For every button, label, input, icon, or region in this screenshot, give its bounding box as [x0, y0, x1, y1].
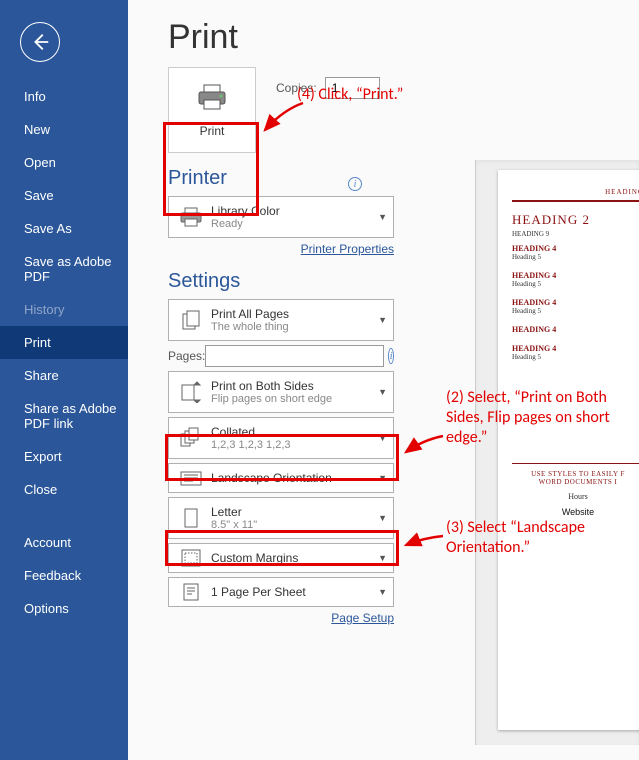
pages-input[interactable] — [205, 345, 384, 367]
chevron-down-icon: ▼ — [378, 315, 387, 325]
preview-h4: HEADING 4 — [512, 325, 639, 334]
back-button[interactable] — [20, 22, 60, 62]
sidebar-item-feedback[interactable]: Feedback — [0, 559, 128, 592]
dd-line2: 1,2,3 1,2,3 1,2,3 — [211, 439, 373, 451]
sidebar-item-print[interactable]: Print — [0, 326, 128, 359]
sidebar-item-export[interactable]: Export — [0, 440, 128, 473]
preview-page: HEADING HEADING 2 HEADING 9 HEADING 4Hea… — [498, 170, 639, 730]
print-what-dropdown[interactable]: Print All Pages The whole thing ▼ — [168, 299, 394, 341]
dd-line2: The whole thing — [211, 321, 373, 333]
sidebar-item-new[interactable]: New — [0, 113, 128, 146]
preview-h5: Heading 5 — [512, 253, 639, 261]
sidebar-item-close[interactable]: Close — [0, 473, 128, 506]
dd-line1: Print All Pages — [211, 307, 373, 321]
preview-heading2: HEADING 2 — [512, 212, 639, 228]
sidebar-item-account[interactable]: Account — [0, 526, 128, 559]
dd-line1: Letter — [211, 505, 373, 519]
preview-footer3: Website — [512, 507, 639, 517]
preview-heading9: HEADING 9 — [512, 230, 639, 238]
margins-icon — [177, 544, 205, 572]
sidebar-item-share[interactable]: Share — [0, 359, 128, 392]
preview-h5: Heading 5 — [512, 280, 639, 288]
preview-h5: Heading 5 — [512, 353, 639, 361]
copies-label: Copies: — [276, 81, 317, 95]
sidebar-item-save-as[interactable]: Save As — [0, 212, 128, 245]
print-button[interactable]: Print — [168, 67, 256, 153]
chevron-down-icon: ▼ — [378, 473, 387, 483]
chevron-down-icon: ▼ — [378, 212, 387, 222]
chevron-down-icon: ▼ — [378, 553, 387, 563]
sidebar-item-open[interactable]: Open — [0, 146, 128, 179]
dd-line1: Landscape Orientation — [211, 471, 373, 485]
single-page-icon — [177, 578, 205, 606]
chevron-down-icon: ▼ — [378, 587, 387, 597]
printer-icon — [195, 83, 229, 116]
sidebar-item-share-adobe-pdf-link[interactable]: Share as Adobe PDF link — [0, 392, 128, 440]
copies-input[interactable] — [325, 77, 380, 99]
pages-label: Pages: — [168, 349, 205, 363]
page-title: Print — [168, 18, 639, 57]
page-setup-link[interactable]: Page Setup — [168, 611, 394, 625]
backstage-sidebar: Info New Open Save Save As Save as Adobe… — [0, 0, 128, 760]
pages-info-icon[interactable]: i — [388, 348, 394, 364]
printer-properties-link[interactable]: Printer Properties — [168, 242, 394, 256]
sidebar-item-save[interactable]: Save — [0, 179, 128, 212]
preview-h4: HEADING 4 — [512, 298, 639, 307]
dd-line1: Print on Both Sides — [211, 379, 373, 393]
dd-line1: Custom Margins — [211, 551, 373, 565]
margins-dropdown[interactable]: Custom Margins ▼ — [168, 543, 394, 573]
duplex-icon — [177, 378, 205, 406]
printer-status: Ready — [211, 218, 373, 230]
preview-h4: HEADING 4 — [512, 271, 639, 280]
paper-size-dropdown[interactable]: Letter 8.5" x 11" ▼ — [168, 497, 394, 539]
dd-line2: 8.5" x 11" — [211, 519, 373, 531]
dd-line1: 1 Page Per Sheet — [211, 585, 373, 599]
pages-stack-icon — [177, 306, 205, 334]
page-icon — [177, 504, 205, 532]
sidebar-item-info[interactable]: Info — [0, 80, 128, 113]
chevron-down-icon: ▼ — [378, 513, 387, 523]
orientation-dropdown[interactable]: Landscape Orientation ▼ — [168, 463, 394, 493]
printer-info-icon[interactable]: i — [348, 177, 362, 191]
sidebar-item-history[interactable]: History — [0, 293, 128, 326]
preview-h4: HEADING 4 — [512, 344, 639, 353]
landscape-icon — [177, 464, 205, 492]
print-preview-pane: HEADING HEADING 2 HEADING 9 HEADING 4Hea… — [475, 160, 639, 745]
chevron-down-icon: ▼ — [378, 433, 387, 443]
printer-name: Library Color — [211, 204, 373, 218]
collate-icon — [177, 424, 205, 452]
sidebar-item-options[interactable]: Options — [0, 592, 128, 625]
preview-heading-top: HEADING — [512, 188, 639, 196]
preview-h4: HEADING 4 — [512, 244, 639, 253]
preview-footer1: USE STYLES TO EASILY F WORD DOCUMENTS I — [512, 470, 639, 486]
pages-per-sheet-dropdown[interactable]: 1 Page Per Sheet ▼ — [168, 577, 394, 607]
printer-dropdown[interactable]: Library Color Ready ▼ — [168, 196, 394, 238]
dd-line2: Flip pages on short edge — [211, 393, 373, 405]
sides-dropdown[interactable]: Print on Both Sides Flip pages on short … — [168, 371, 394, 413]
preview-h5: Heading 5 — [512, 307, 639, 315]
dd-line1: Collated — [211, 425, 373, 439]
printer-icon — [177, 203, 205, 231]
print-button-label: Print — [200, 124, 225, 138]
sidebar-item-save-adobe-pdf[interactable]: Save as Adobe PDF — [0, 245, 128, 293]
collate-dropdown[interactable]: Collated 1,2,3 1,2,3 1,2,3 ▼ — [168, 417, 394, 459]
chevron-down-icon: ▼ — [378, 387, 387, 397]
preview-footer2: Hours — [512, 492, 639, 501]
